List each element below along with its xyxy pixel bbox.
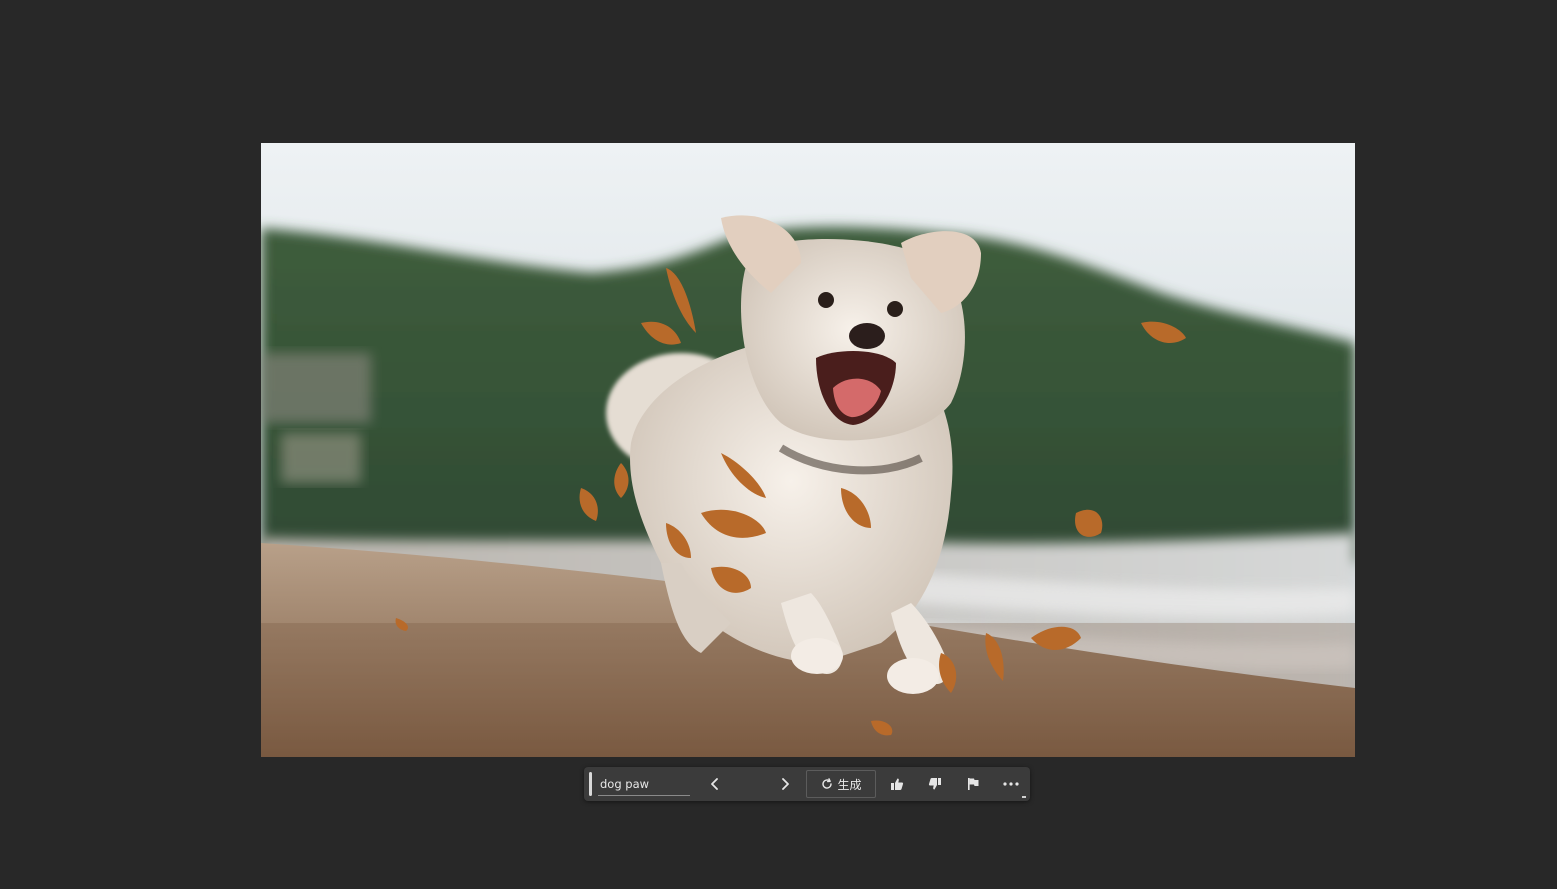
generate-label: 生成 (837, 777, 862, 792)
dislike-button[interactable] (916, 771, 954, 797)
prompt-input[interactable] (597, 772, 690, 796)
generated-image[interactable] (261, 143, 1355, 757)
more-icon (1003, 782, 1019, 786)
refresh-icon (821, 778, 832, 789)
report-button[interactable] (954, 771, 992, 797)
next-variation-button[interactable] (770, 771, 800, 797)
thumbs-down-icon (929, 778, 942, 790)
like-button[interactable] (878, 771, 916, 797)
chevron-right-icon (781, 778, 789, 790)
more-options-button[interactable] (992, 771, 1030, 797)
generate-button[interactable]: 生成 (805, 770, 877, 798)
previous-variation-button[interactable] (700, 771, 730, 797)
drag-handle[interactable] (589, 772, 592, 796)
contextual-taskbar: 生成 (584, 767, 1030, 801)
document-canvas: 生成 (0, 0, 1557, 889)
flag-icon (968, 778, 979, 790)
chevron-left-icon (711, 778, 718, 790)
taskbar-options-marker (1022, 796, 1026, 798)
thumbs-up-icon (891, 778, 904, 790)
